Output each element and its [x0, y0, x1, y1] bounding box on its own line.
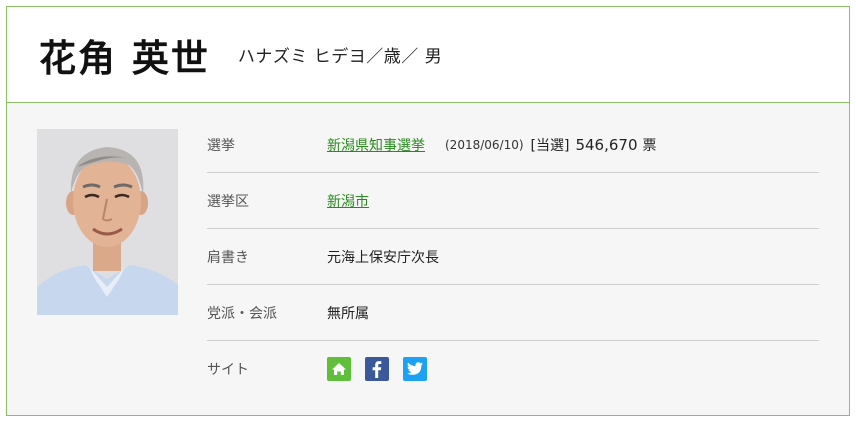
site-icons [327, 357, 427, 381]
site-row: サイト [207, 341, 819, 397]
candidate-name: 花角 英世 [39, 36, 210, 80]
district-label: 選挙区 [207, 193, 249, 210]
election-row: 選挙 新潟県知事選挙 (2018/06/10) [当選] 546,670 票 [207, 117, 819, 173]
election-label: 選挙 [207, 137, 235, 154]
party-row: 党派・会派 無所属 [207, 285, 819, 341]
title-value: 元海上保安庁次長 [327, 249, 439, 266]
facebook-icon[interactable] [365, 357, 389, 381]
details-list: 選挙 新潟県知事選挙 (2018/06/10) [当選] 546,670 票 選… [207, 117, 819, 397]
candidate-kana-info: ハナズミ ヒデヨ／歳／ 男 [237, 47, 443, 67]
profile-header: 花角 英世 ハナズミ ヒデヨ／歳／ 男 [7, 7, 849, 103]
home-icon[interactable] [327, 357, 351, 381]
election-result: [当選] [530, 137, 570, 154]
profile-card: 花角 英世 ハナズミ ヒデヨ／歳／ 男 選挙 新潟県知事選挙 (2018/06/… [6, 6, 850, 416]
title-row: 肩書き 元海上保安庁次長 [207, 229, 819, 285]
district-link[interactable]: 新潟市 [327, 191, 369, 211]
party-label: 党派・会派 [207, 305, 277, 322]
district-row: 選挙区 新潟市 [207, 173, 819, 229]
vote-unit: 票 [642, 137, 657, 154]
site-label: サイト [207, 362, 249, 378]
election-link[interactable]: 新潟県知事選挙 [327, 135, 425, 155]
title-label: 肩書き [207, 249, 249, 266]
profile-body: 選挙 新潟県知事選挙 (2018/06/10) [当選] 546,670 票 選… [7, 103, 849, 415]
vote-count: 546,670 [575, 135, 638, 154]
election-date: (2018/06/10) [445, 137, 524, 152]
election-value: 新潟県知事選挙 (2018/06/10) [当選] 546,670 票 [327, 135, 657, 155]
twitter-icon[interactable] [403, 357, 427, 381]
candidate-photo [37, 129, 178, 315]
party-value: 無所属 [327, 305, 369, 322]
